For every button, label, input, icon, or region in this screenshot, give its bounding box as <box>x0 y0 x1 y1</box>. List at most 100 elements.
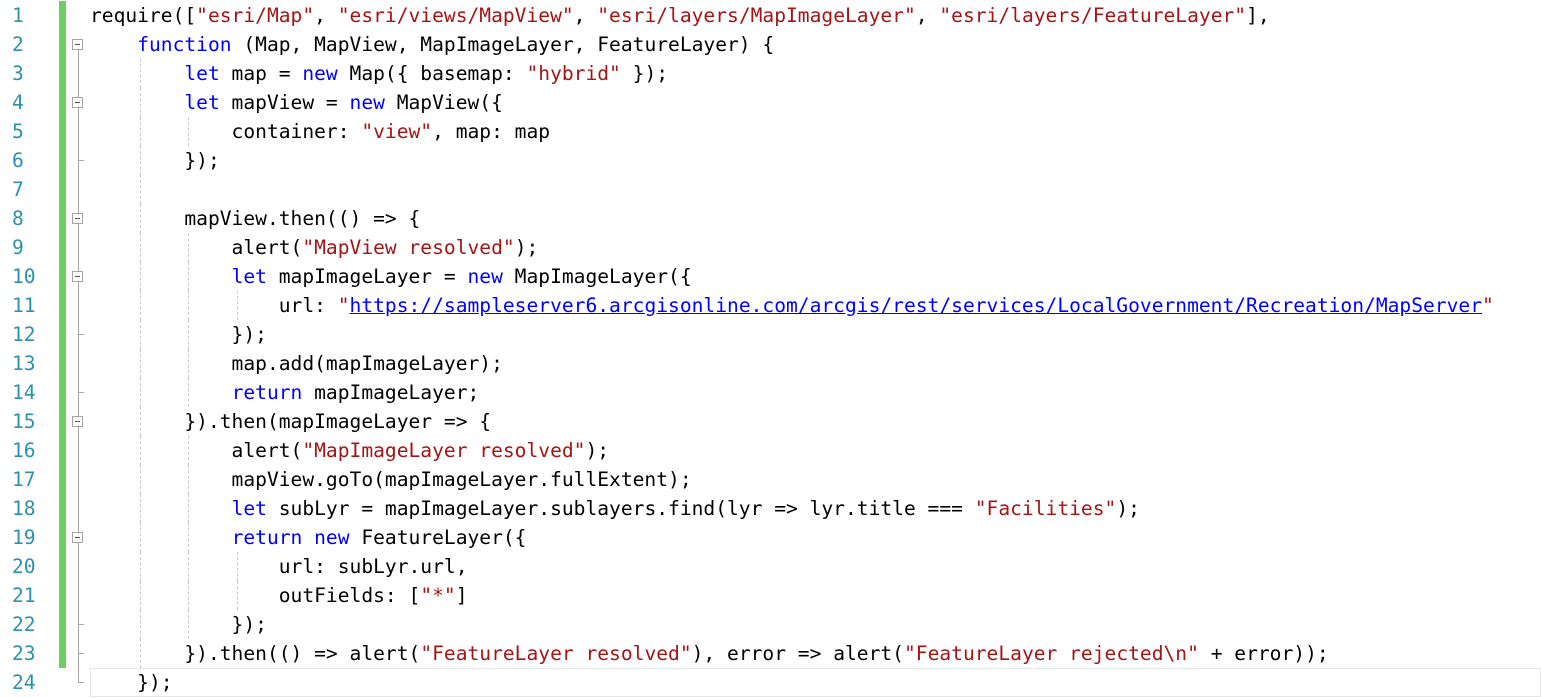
code-token: outFields: [ <box>90 583 421 607</box>
fold-region-line <box>78 348 79 378</box>
collapse-toggle-icon[interactable] <box>72 212 83 224</box>
code-text[interactable]: return new FeatureLayer({ <box>90 523 527 552</box>
fold-margin <box>66 609 90 639</box>
change-indicator-bar <box>59 58 66 88</box>
code-line[interactable]: 16 alert("MapImageLayer resolved"); <box>0 435 1541 465</box>
code-text[interactable]: }).then(() => alert("FeatureLayer resolv… <box>90 639 1328 668</box>
url-link[interactable]: https://sampleserver6.arcgisonline.com/a… <box>350 294 1482 317</box>
code-line[interactable]: 9 alert("MapView resolved"); <box>0 232 1541 262</box>
change-indicator-bar <box>59 435 66 465</box>
fold-margin <box>66 232 90 262</box>
line-number: 9 <box>12 235 24 259</box>
code-text[interactable]: require(["esri/Map", "esri/views/MapView… <box>90 1 1270 30</box>
code-line[interactable]: 15 }).then(mapImageLayer => { <box>0 406 1541 436</box>
code-token: require([ <box>90 3 197 27</box>
keyword-token: let <box>184 90 220 114</box>
string-token: " <box>337 293 350 317</box>
code-line[interactable]: 10 let mapImageLayer = new MapImageLayer… <box>0 261 1541 291</box>
collapse-toggle-icon[interactable] <box>72 96 83 108</box>
collapse-toggle-icon[interactable] <box>72 270 83 282</box>
code-text[interactable]: }); <box>90 146 219 175</box>
keyword-token: new <box>349 90 385 114</box>
code-text[interactable]: mapView.goTo(mapImageLayer.fullExtent); <box>90 465 692 494</box>
code-text[interactable]: let mapImageLayer = new MapImageLayer({ <box>90 262 692 291</box>
code-line[interactable]: 14 return mapImageLayer; <box>0 377 1541 407</box>
code-text[interactable]: mapView.then(() => { <box>90 204 420 233</box>
code-token: mapView.goTo(mapImageLayer.fullExtent); <box>90 467 692 491</box>
code-line[interactable]: 12 }); <box>0 319 1541 349</box>
code-token: (Map, MapView, MapImageLayer, FeatureLay… <box>231 32 775 56</box>
code-text[interactable]: }); <box>90 668 172 697</box>
indent-guide <box>140 174 142 204</box>
code-line[interactable]: 2 function (Map, MapView, MapImageLayer,… <box>0 29 1541 59</box>
line-number: 22 <box>12 612 36 636</box>
code-line[interactable]: 8 mapView.then(() => { <box>0 203 1541 233</box>
fold-margin <box>66 464 90 494</box>
code-text[interactable]: }); <box>90 320 267 349</box>
change-indicator-bar <box>59 609 66 639</box>
code-text[interactable]: alert("MapView resolved"); <box>90 233 539 262</box>
change-indicator-bar <box>59 290 66 320</box>
code-line[interactable]: 19 return new FeatureLayer({ <box>0 522 1541 552</box>
code-token: ), error => alert( <box>691 641 904 665</box>
code-text[interactable]: let mapView = new MapView({ <box>90 88 503 117</box>
code-line[interactable]: 7 <box>0 174 1541 204</box>
code-line[interactable]: 11 url: "https://sampleserver6.arcgisonl… <box>0 290 1541 320</box>
line-number: 15 <box>12 409 36 433</box>
code-line[interactable]: 13 map.add(mapImageLayer); <box>0 348 1541 378</box>
fold-region-line <box>78 435 79 465</box>
code-token: , <box>314 3 338 27</box>
code-line[interactable]: 21 outFields: ["*"] <box>0 580 1541 610</box>
code-token: MapView({ <box>384 90 503 114</box>
code-line[interactable]: 18 let subLyr = mapImageLayer.sublayers.… <box>0 493 1541 523</box>
code-line[interactable]: 24 }); <box>0 667 1541 697</box>
code-text[interactable]: function (Map, MapView, MapImageLayer, F… <box>90 30 774 59</box>
line-number: 12 <box>12 322 36 346</box>
change-indicator-bar <box>59 522 66 552</box>
code-text[interactable]: url: subLyr.url, <box>90 552 468 581</box>
code-text[interactable]: let map = new Map({ basemap: "hybrid" })… <box>90 59 668 88</box>
code-token: , map: map <box>432 119 551 143</box>
collapse-toggle-icon[interactable] <box>72 415 83 427</box>
code-line[interactable]: 20 url: subLyr.url, <box>0 551 1541 581</box>
change-indicator-bar <box>59 232 66 262</box>
code-line[interactable]: 6 }); <box>0 145 1541 175</box>
code-line[interactable]: 5 container: "view", map: map <box>0 116 1541 146</box>
code-text[interactable]: return mapImageLayer; <box>90 378 480 407</box>
fold-region-line <box>78 493 79 523</box>
fold-margin <box>66 174 90 204</box>
code-token: container: <box>90 119 362 143</box>
code-line[interactable]: 17 mapView.goTo(mapImageLayer.fullExtent… <box>0 464 1541 494</box>
fold-end-marker <box>78 652 84 654</box>
change-indicator-bar <box>59 580 66 610</box>
code-text[interactable]: url: "https://sampleserver6.arcgisonline… <box>90 291 1494 320</box>
change-indicator-bar <box>59 551 66 581</box>
fold-margin <box>66 145 90 175</box>
code-text[interactable]: let subLyr = mapImageLayer.sublayers.fin… <box>90 494 1140 523</box>
collapse-toggle-icon[interactable] <box>72 38 83 50</box>
code-text[interactable]: container: "view", map: map <box>90 117 551 146</box>
fold-region-line <box>78 551 79 581</box>
code-line[interactable]: 1 require(["esri/Map", "esri/views/MapVie… <box>0 0 1541 30</box>
fold-margin <box>66 87 90 117</box>
fold-end-marker <box>78 681 84 683</box>
code-token: }); <box>90 612 267 636</box>
fold-margin <box>66 551 90 581</box>
code-text[interactable]: alert("MapImageLayer resolved"); <box>90 436 610 465</box>
code-line[interactable]: 3 let map = new Map({ basemap: "hybrid" … <box>0 58 1541 88</box>
fold-end-marker <box>78 159 84 161</box>
code-editor[interactable]: 1 require(["esri/Map", "esri/views/MapVie… <box>0 0 1541 698</box>
code-line[interactable]: 4 let mapView = new MapView({ <box>0 87 1541 117</box>
collapse-toggle-icon[interactable] <box>72 531 83 543</box>
change-indicator-bar <box>59 174 66 204</box>
line-number: 8 <box>12 206 24 230</box>
code-text[interactable]: map.add(mapImageLayer); <box>90 349 503 378</box>
fold-end-marker <box>78 333 84 335</box>
code-line[interactable]: 23 }).then(() => alert("FeatureLayer res… <box>0 638 1541 668</box>
code-text[interactable]: }).then(mapImageLayer => { <box>90 407 491 436</box>
code-line[interactable]: 22 }); <box>0 609 1541 639</box>
code-text[interactable]: }); <box>90 610 267 639</box>
fold-region-line <box>78 58 79 88</box>
code-text[interactable]: outFields: ["*"] <box>90 581 468 610</box>
